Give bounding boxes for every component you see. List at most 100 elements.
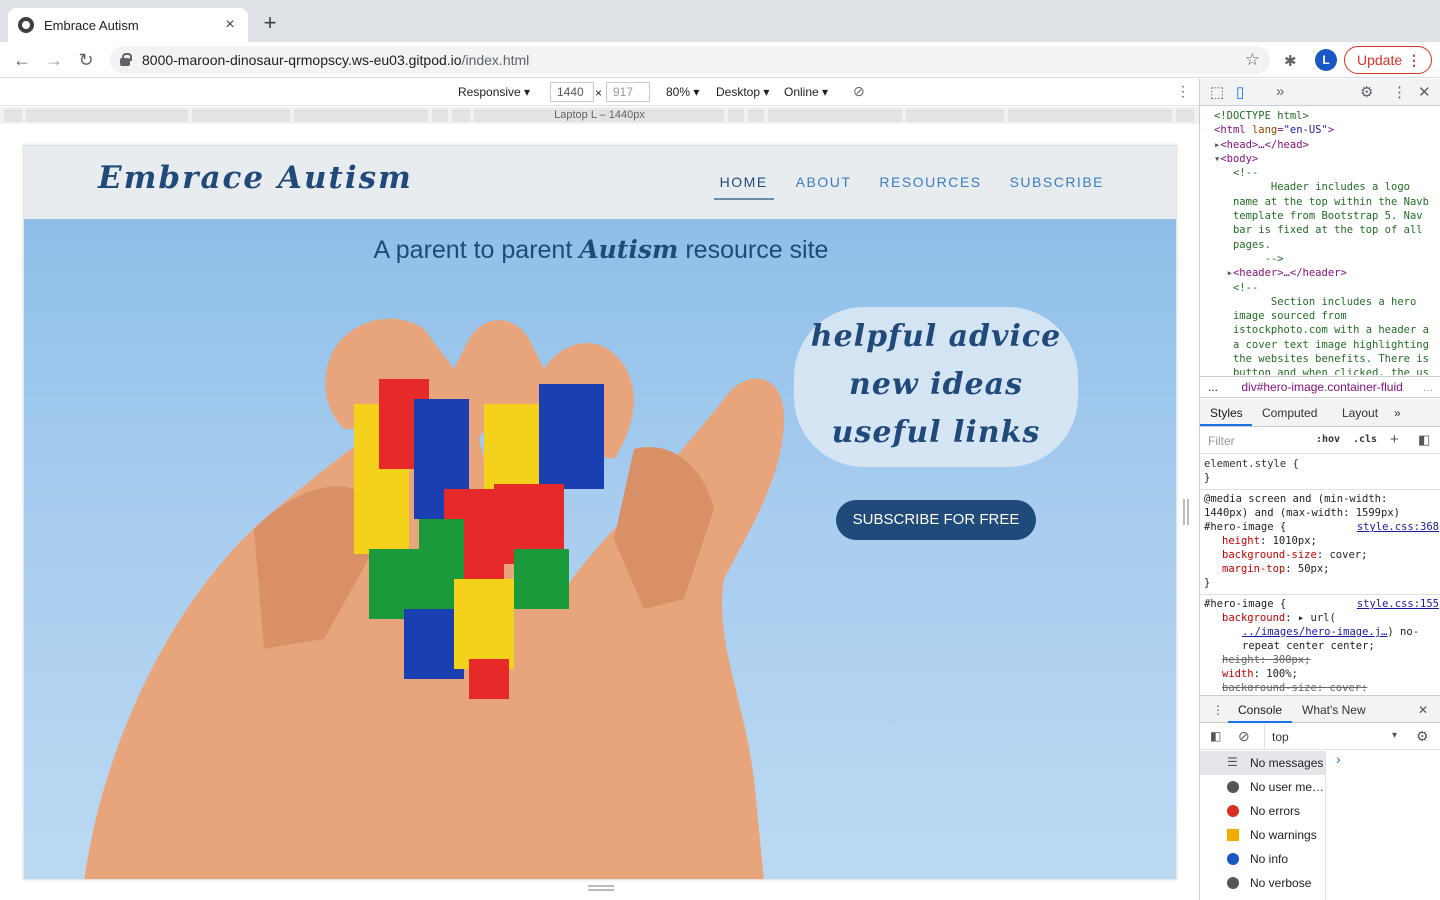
hero-section: A parent to parent Autism resource site …: [24, 219, 1176, 879]
tab-computed[interactable]: Computed: [1262, 406, 1317, 420]
tab-layout[interactable]: Layout: [1342, 406, 1378, 420]
browser-tab[interactable]: Embrace Autism ×: [8, 8, 248, 42]
address-bar[interactable]: 8000-maroon-dinosaur-qrmopscy.ws-eu03.gi…: [110, 46, 1270, 74]
context-select[interactable]: top: [1272, 730, 1289, 744]
tagline-text-start: A parent to parent: [373, 236, 580, 264]
source-link[interactable]: style.css:155: [1357, 597, 1439, 611]
device-toggle-icon[interactable]: ▯: [1236, 83, 1244, 101]
styles-tabs: Styles Computed Layout »: [1200, 399, 1440, 427]
extensions-icon[interactable]: ✱: [1284, 52, 1302, 70]
rotate-icon[interactable]: ⊘: [853, 83, 865, 100]
nav-resources[interactable]: RESOURCES: [873, 174, 987, 200]
tab-whats-new[interactable]: What's New: [1302, 703, 1366, 717]
height-input[interactable]: 917: [606, 82, 650, 102]
console-prompt[interactable]: ›: [1336, 751, 1341, 767]
context-dropdown-icon: ▾: [1392, 730, 1398, 741]
tab-styles[interactable]: Styles: [1210, 406, 1243, 420]
avatar[interactable]: L: [1315, 49, 1337, 71]
more-tabs-icon[interactable]: »: [1394, 406, 1401, 420]
more-panels-icon[interactable]: »: [1276, 83, 1284, 100]
zoom-label: 80%: [666, 85, 691, 99]
reload-icon[interactable]: ↻: [74, 48, 98, 72]
prop-value[interactable]: cover;: [1329, 549, 1367, 561]
console-settings-icon[interactable]: ⚙: [1416, 728, 1429, 745]
base-rule: #hero-image {style.css:155 background: ▸…: [1200, 595, 1440, 691]
tab-console[interactable]: Console: [1238, 703, 1282, 717]
filter-user-messages[interactable]: No user me…: [1200, 775, 1325, 799]
bookmark-star-icon[interactable]: ☆: [1245, 50, 1260, 70]
drawer-menu-icon[interactable]: ⋮: [1212, 703, 1224, 717]
filter-messages[interactable]: ☰ No messages: [1200, 751, 1325, 775]
device-select[interactable]: Responsive ▾: [458, 85, 530, 99]
nav-subscribe[interactable]: SUBSCRIBE: [1004, 174, 1110, 200]
hero-tagline: A parent to parent Autism resource site: [24, 235, 1176, 265]
tagline-emphasis: Autism: [579, 235, 679, 264]
url-text[interactable]: 8000-maroon-dinosaur-qrmopscy.ws-eu03.gi…: [142, 52, 1245, 68]
clear-console-icon[interactable]: ⊘: [1238, 728, 1250, 745]
rule-selector: #hero-image {: [1204, 598, 1287, 610]
back-icon[interactable]: ←: [10, 48, 34, 72]
filter-input[interactable]: Filter: [1208, 434, 1235, 448]
prop-name: background: [1222, 612, 1286, 624]
console-sidebar: ☰ No messages No user me… No errors No wa…: [1200, 751, 1326, 900]
console-toolbar: ◧ ⊘ top ▾ ⚙: [1200, 724, 1440, 750]
image-url-link[interactable]: ../images/hero-image.j…: [1242, 626, 1387, 638]
media-query-ruler[interactable]: Laptop L – 1440px: [0, 107, 1199, 124]
prop-value: url(: [1310, 612, 1336, 624]
styles-pane[interactable]: element.style { } @media screen and (min…: [1200, 455, 1440, 691]
console-sidebar-icon[interactable]: ◧: [1210, 729, 1221, 743]
resize-handle-bottom[interactable]: [588, 885, 614, 891]
tab-title: Embrace Autism: [44, 17, 139, 33]
close-drawer-icon[interactable]: ✕: [1418, 703, 1428, 717]
inspect-icon[interactable]: ⬚: [1210, 83, 1224, 101]
mode-label: Desktop: [716, 85, 761, 99]
close-devtools-icon[interactable]: ✕: [1418, 83, 1431, 101]
site-brand[interactable]: Embrace Autism: [98, 160, 413, 196]
add-rule-icon[interactable]: +: [1390, 431, 1399, 448]
device-viewport: Responsive ▾ 1440 × 917 80% ▾ Desktop ▾ …: [0, 79, 1199, 900]
filter-info[interactable]: No info: [1200, 847, 1325, 871]
mode-select[interactable]: Desktop ▾: [716, 85, 769, 99]
filter-verbose[interactable]: No verbose: [1200, 871, 1325, 895]
overridden-prop: height: 300px;: [1222, 654, 1311, 666]
sidebar-toggle-icon[interactable]: ◧: [1418, 432, 1430, 448]
network-select[interactable]: Online ▾: [784, 85, 828, 99]
hov-toggle[interactable]: :hov: [1316, 434, 1340, 445]
width-input[interactable]: 1440: [550, 82, 594, 102]
crumb-node[interactable]: div#hero-image.container-fluid: [1241, 380, 1402, 394]
update-label: Update: [1357, 52, 1403, 68]
overridden-prop: background-size: cover;: [1222, 682, 1368, 691]
close-tab-icon[interactable]: ×: [222, 16, 238, 34]
ruler-label: Laptop L – 1440px: [554, 109, 645, 121]
prop-value[interactable]: 100%;: [1266, 668, 1298, 680]
settings-icon[interactable]: ⚙: [1360, 83, 1373, 101]
hero-cover-text: helpful advice new ideas useful links: [794, 307, 1078, 467]
more-options-icon[interactable]: ⋮: [1176, 83, 1190, 100]
devtools-menu-icon[interactable]: ⋮: [1392, 83, 1407, 101]
filter-label: No info: [1250, 852, 1289, 866]
network-label: Online: [784, 85, 819, 99]
zoom-select[interactable]: 80% ▾: [666, 85, 699, 99]
new-tab-button[interactable]: +: [258, 10, 282, 36]
prop-value[interactable]: 1010px;: [1273, 535, 1317, 547]
device-toolbar: Responsive ▾ 1440 × 917 80% ▾ Desktop ▾ …: [0, 79, 1199, 106]
source-link[interactable]: style.css:368: [1357, 520, 1439, 534]
dimension-separator: ×: [595, 86, 603, 100]
update-button[interactable]: Update ⋮: [1344, 46, 1432, 74]
url-host: 8000-maroon-dinosaur-qrmopscy.ws-eu03.gi…: [142, 52, 462, 68]
element-style-rule: element.style { }: [1200, 455, 1440, 490]
cover-line: helpful advice: [810, 319, 1062, 354]
cls-toggle[interactable]: .cls: [1353, 434, 1377, 445]
filter-warnings[interactable]: No warnings: [1200, 823, 1325, 847]
crumb-more[interactable]: ...: [1208, 380, 1218, 394]
elements-tree[interactable]: <!DOCTYPE html> <html lang="en-US"> ▸<he…: [1200, 107, 1440, 375]
filter-errors[interactable]: No errors: [1200, 799, 1325, 823]
nav-home[interactable]: HOME: [713, 174, 774, 200]
forward-icon[interactable]: →: [42, 48, 66, 72]
subscribe-button[interactable]: SUBSCRIBE FOR FREE: [836, 500, 1036, 540]
nav-about[interactable]: ABOUT: [790, 174, 858, 200]
resize-handle-right[interactable]: [1183, 499, 1189, 525]
menu-dots-icon: ⋮: [1407, 51, 1421, 68]
prop-value[interactable]: 50px;: [1298, 563, 1330, 575]
globe-icon: [18, 17, 34, 33]
